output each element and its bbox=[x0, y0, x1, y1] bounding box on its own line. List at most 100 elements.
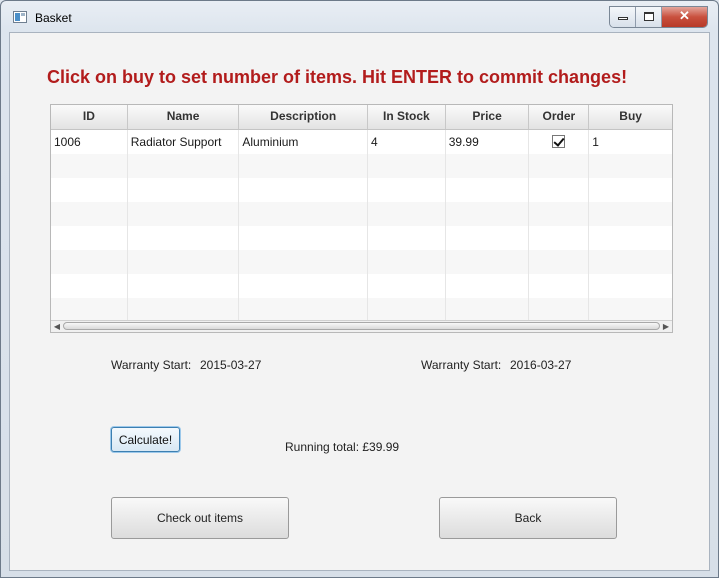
empty-cell bbox=[239, 274, 368, 298]
empty-cell bbox=[589, 298, 672, 322]
app-icon bbox=[13, 11, 27, 23]
empty-cell bbox=[446, 250, 530, 274]
table-header: ID Name Description In Stock Price Order… bbox=[51, 105, 672, 130]
table-row[interactable]: 1006 Radiator Support Aluminium 4 39.99 … bbox=[51, 130, 672, 154]
empty-cell bbox=[368, 154, 446, 178]
maximize-button[interactable] bbox=[636, 7, 662, 27]
cell-in-stock: 4 bbox=[368, 130, 446, 154]
back-button[interactable]: Back bbox=[439, 497, 617, 539]
empty-cell bbox=[239, 178, 368, 202]
column-header-description[interactable]: Description bbox=[239, 105, 368, 129]
calculate-button[interactable]: Calculate! bbox=[111, 427, 180, 452]
cell-id: 1006 bbox=[51, 130, 128, 154]
empty-cell bbox=[529, 226, 590, 250]
table-row-empty bbox=[51, 250, 672, 274]
empty-cell bbox=[589, 202, 672, 226]
empty-cell bbox=[589, 178, 672, 202]
title-bar[interactable]: Basket ✕ bbox=[1, 1, 718, 33]
empty-cell bbox=[446, 298, 530, 322]
empty-cell bbox=[239, 226, 368, 250]
empty-cell bbox=[589, 226, 672, 250]
empty-cell bbox=[239, 298, 368, 322]
table-row-empty bbox=[51, 226, 672, 250]
cell-description: Aluminium bbox=[239, 130, 368, 154]
scroll-right-icon[interactable]: ▶ bbox=[661, 321, 671, 332]
warranty-end-value: 2016-03-27 bbox=[510, 358, 572, 372]
empty-cell bbox=[529, 202, 590, 226]
empty-cell bbox=[368, 250, 446, 274]
empty-cell bbox=[446, 226, 530, 250]
column-header-buy[interactable]: Buy bbox=[589, 105, 672, 129]
empty-cell bbox=[529, 274, 590, 298]
maximize-icon bbox=[644, 12, 654, 21]
column-header-name[interactable]: Name bbox=[128, 105, 240, 129]
empty-cell bbox=[589, 154, 672, 178]
empty-cell bbox=[128, 202, 240, 226]
empty-cell bbox=[239, 154, 368, 178]
close-button[interactable]: ✕ bbox=[662, 7, 707, 27]
cell-price: 39.99 bbox=[446, 130, 530, 154]
empty-cell bbox=[51, 178, 128, 202]
order-checkbox[interactable] bbox=[552, 135, 566, 148]
running-total: Running total: £39.99 bbox=[285, 440, 400, 454]
minimize-icon bbox=[618, 17, 628, 20]
column-header-order[interactable]: Order bbox=[529, 105, 590, 129]
empty-cell bbox=[128, 154, 240, 178]
empty-cell bbox=[529, 250, 590, 274]
empty-cell bbox=[51, 154, 128, 178]
empty-cell bbox=[368, 298, 446, 322]
column-header-id[interactable]: ID bbox=[51, 105, 128, 129]
column-header-price[interactable]: Price bbox=[446, 105, 530, 129]
empty-cell bbox=[368, 226, 446, 250]
instruction-headline: Click on buy to set number of items. Hit… bbox=[47, 67, 628, 87]
warranty-start-label: Warranty Start: bbox=[111, 358, 192, 372]
empty-cell bbox=[589, 250, 672, 274]
table-row-empty bbox=[51, 298, 672, 322]
empty-cell bbox=[446, 274, 530, 298]
empty-cell bbox=[51, 274, 128, 298]
cell-order bbox=[529, 130, 590, 154]
scroll-left-icon[interactable]: ◀ bbox=[52, 321, 62, 332]
column-header-in-stock[interactable]: In Stock bbox=[368, 105, 446, 129]
cell-buy[interactable]: 1 bbox=[589, 130, 672, 154]
close-icon: ✕ bbox=[679, 8, 690, 23]
empty-cell bbox=[589, 274, 672, 298]
empty-cell bbox=[529, 154, 590, 178]
empty-cell bbox=[51, 298, 128, 322]
empty-cell bbox=[51, 250, 128, 274]
empty-cell bbox=[51, 226, 128, 250]
empty-cell bbox=[446, 154, 530, 178]
horizontal-scrollbar[interactable]: ◀ ▶ bbox=[51, 320, 672, 332]
table-body: 1006 Radiator Support Aluminium 4 39.99 … bbox=[51, 130, 672, 322]
empty-cell bbox=[446, 202, 530, 226]
empty-cell bbox=[128, 250, 240, 274]
basket-table: ID Name Description In Stock Price Order… bbox=[50, 104, 673, 333]
window-controls: ✕ bbox=[609, 6, 708, 28]
table-row-empty bbox=[51, 202, 672, 226]
cell-name: Radiator Support bbox=[128, 130, 240, 154]
empty-cell bbox=[239, 250, 368, 274]
empty-cell bbox=[239, 202, 368, 226]
table-row-empty bbox=[51, 154, 672, 178]
table-row-empty bbox=[51, 178, 672, 202]
empty-cell bbox=[128, 226, 240, 250]
minimize-button[interactable] bbox=[610, 7, 636, 27]
client-area: Click on buy to set number of items. Hit… bbox=[9, 32, 710, 571]
empty-cell bbox=[368, 202, 446, 226]
window-title: Basket bbox=[35, 11, 72, 25]
scrollbar-thumb[interactable] bbox=[63, 322, 660, 330]
empty-cell bbox=[446, 178, 530, 202]
empty-cell bbox=[128, 298, 240, 322]
basket-window: Basket ✕ Click on buy to set number of i… bbox=[0, 0, 719, 578]
empty-cell bbox=[128, 274, 240, 298]
table-row-empty bbox=[51, 274, 672, 298]
empty-cell bbox=[368, 274, 446, 298]
warranty-end-label: Warranty Start: bbox=[421, 358, 502, 372]
check-out-button[interactable]: Check out items bbox=[111, 497, 289, 539]
empty-cell bbox=[51, 202, 128, 226]
empty-cell bbox=[368, 178, 446, 202]
empty-cell bbox=[128, 178, 240, 202]
empty-cell bbox=[529, 178, 590, 202]
empty-cell bbox=[529, 298, 590, 322]
warranty-start-value: 2015-03-27 bbox=[200, 358, 262, 372]
